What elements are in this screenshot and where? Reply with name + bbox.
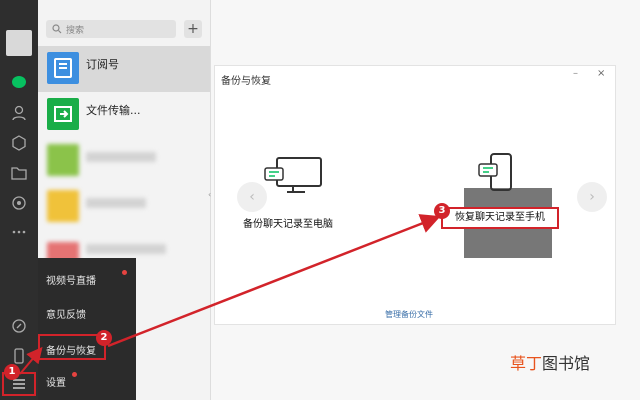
annotation-arrows — [19, 214, 441, 375]
watermark-part1: 草丁 — [510, 354, 543, 373]
arrow-step2-to-3 — [107, 214, 441, 348]
arrow-step1 — [19, 346, 43, 375]
watermark: 草丁图书馆 — [510, 350, 590, 374]
watermark-part2: 图书馆 — [542, 354, 591, 373]
